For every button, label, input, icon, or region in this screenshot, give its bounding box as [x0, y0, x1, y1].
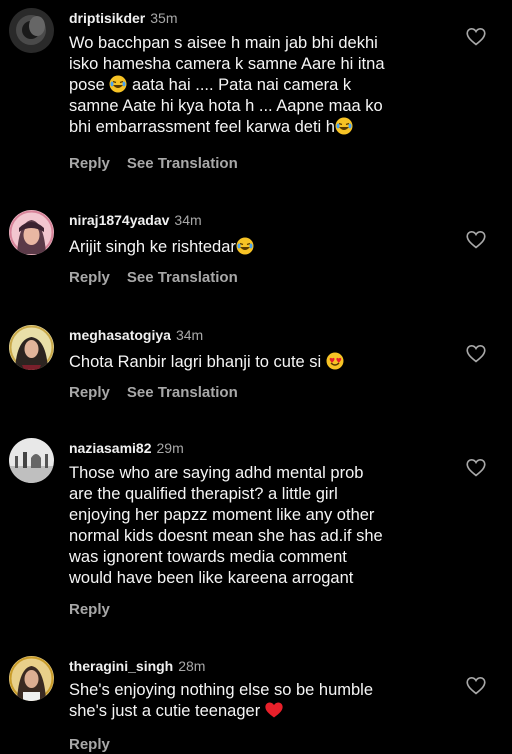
reply-button[interactable]: Reply [69, 269, 110, 286]
reply-button[interactable]: Reply [69, 155, 110, 172]
heart-outline-icon[interactable] [466, 458, 486, 477]
see-translation-button[interactable]: See Translation [127, 155, 238, 172]
username[interactable]: driptisikder [69, 10, 145, 26]
heart-eyes-emoji-icon [326, 352, 344, 370]
comment-actions: Reply [69, 736, 110, 754]
comment-text: Those who are saying adhd mental prob ar… [69, 463, 439, 589]
comment-meta: niraj1874yadav 34m [69, 211, 202, 229]
reply-button[interactable]: Reply [69, 736, 110, 753]
comment-meta: driptisikder 35m [69, 9, 177, 27]
comment-text: Wo bacchpan s aisee h main jab bhi dekhi… [69, 33, 439, 138]
comment-text: She's enjoying nothing else so be humble… [69, 680, 439, 722]
comment-item: naziasami82 29m Those who are saying adhd… [0, 430, 512, 630]
laughing-emoji-icon [335, 117, 353, 135]
username[interactable]: meghasatogiya [69, 327, 171, 343]
comment-meta: theragini_singh 28m [69, 657, 205, 675]
heart-outline-icon[interactable] [466, 230, 486, 249]
comment-text: Arijit singh ke rishtedar [69, 237, 439, 258]
heart-outline-icon[interactable] [466, 27, 486, 46]
timestamp: 34m [174, 212, 202, 228]
see-translation-button[interactable]: See Translation [127, 384, 238, 401]
comment-actions: Reply See Translation [69, 384, 238, 402]
comment-actions: Reply See Translation [69, 269, 238, 287]
avatar[interactable] [9, 656, 54, 701]
timestamp: 28m [178, 658, 206, 674]
comment-item: meghasatogiya 34m Chota Ranbir lagri bhan… [0, 315, 512, 415]
avatar[interactable] [9, 438, 54, 483]
comment-text-part: Those who are saying adhd mental prob ar… [69, 464, 383, 587]
comment-text-part: Chota Ranbir lagri bhanji to cute si [69, 353, 326, 371]
timestamp: 29m [156, 440, 184, 456]
red-heart-emoji-icon [265, 701, 283, 719]
heart-outline-icon[interactable] [466, 676, 486, 695]
laughing-emoji-icon [109, 75, 127, 93]
comment-actions: Reply See Translation [69, 155, 238, 173]
username[interactable]: theragini_singh [69, 658, 173, 674]
avatar[interactable] [9, 325, 54, 370]
username[interactable]: niraj1874yadav [69, 212, 169, 228]
see-translation-button[interactable]: See Translation [127, 269, 238, 286]
comment-text-part: She's enjoying nothing else so be humble… [69, 681, 374, 720]
avatar[interactable] [9, 8, 54, 53]
comment-text-part: Arijit singh ke rishtedar [69, 238, 236, 256]
reply-button[interactable]: Reply [69, 384, 110, 401]
reply-button[interactable]: Reply [69, 601, 110, 618]
comment-item: niraj1874yadav 34m Arijit singh ke rishte… [0, 200, 512, 300]
username[interactable]: naziasami82 [69, 440, 152, 456]
comment-text: Chota Ranbir lagri bhanji to cute si [69, 352, 439, 373]
comment-item: theragini_singh 28m She's enjoying nothin… [0, 646, 512, 753]
comment-meta: naziasami82 29m [69, 439, 184, 457]
laughing-emoji-icon [236, 237, 254, 255]
heart-outline-icon[interactable] [466, 344, 486, 363]
comment-meta: meghasatogiya 34m [69, 326, 203, 344]
timestamp: 34m [175, 327, 204, 343]
timestamp: 35m [150, 10, 178, 26]
comment-item: driptisikder 35m Wo bacchpan s aisee h ma… [0, 0, 512, 185]
comment-actions: Reply [69, 601, 110, 619]
avatar[interactable] [9, 210, 54, 255]
